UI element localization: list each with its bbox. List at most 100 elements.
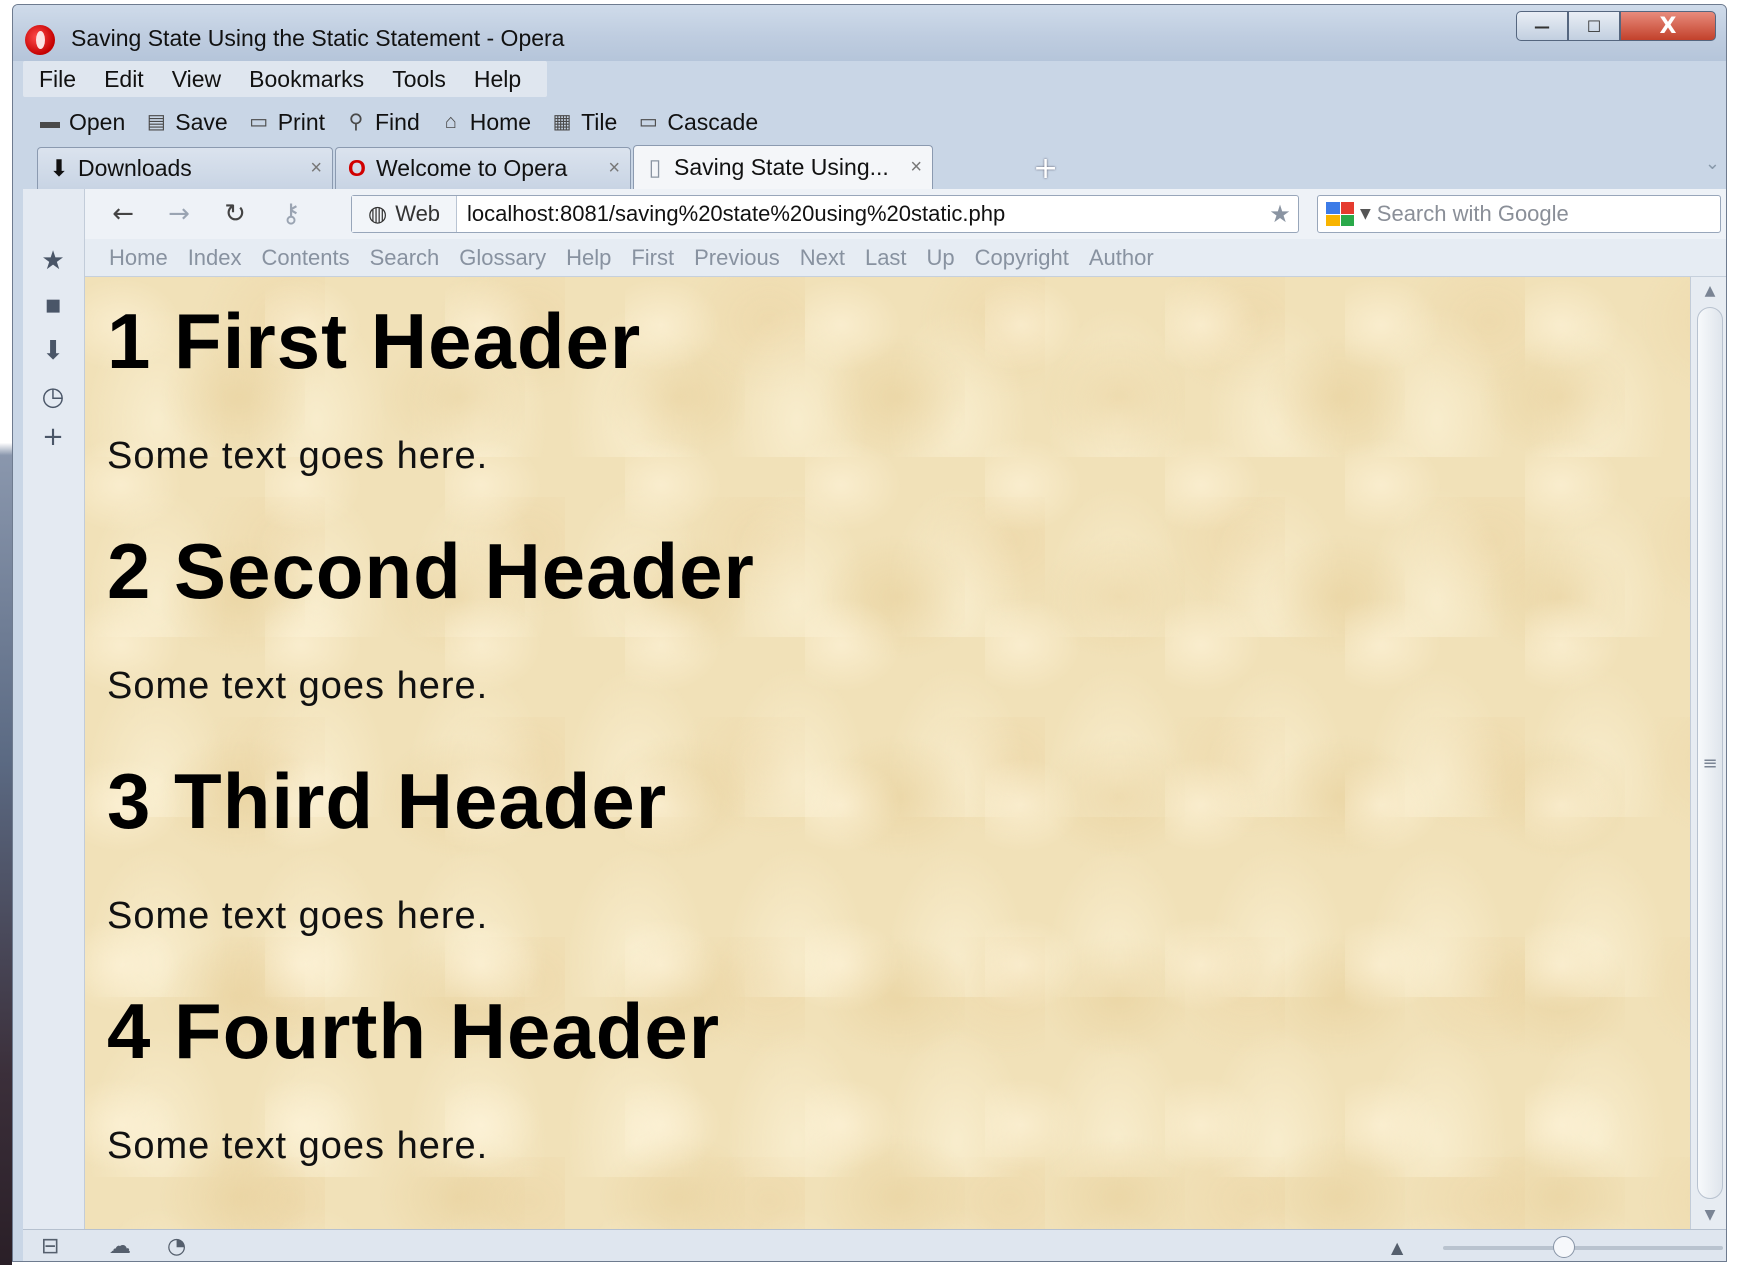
nav-link-index[interactable]: Index (188, 245, 242, 271)
panel-toggle-icon[interactable]: ⊟ (41, 1234, 59, 1259)
section-text: Some text goes here. (107, 665, 489, 707)
section-text: Some text goes here. (107, 1125, 489, 1167)
new-tab-icon[interactable]: + (1033, 151, 1058, 186)
tab-downloads-label: Downloads (78, 155, 192, 181)
zoom-slider[interactable] (1443, 1246, 1723, 1250)
google-logo-icon[interactable] (1326, 202, 1354, 226)
nav-link-author[interactable]: Author (1089, 245, 1154, 271)
downloads-icon[interactable]: ⬇ (37, 335, 69, 367)
browser-chrome: ★ ▪ ⬇ ◷ + ← → ↻ ⚷ ◍ Web localhost:8081/s… (23, 189, 1726, 1261)
nav-link-search[interactable]: Search (370, 245, 440, 271)
section-text: Some text goes here. (107, 895, 489, 937)
tab-close-icon[interactable]: × (310, 157, 322, 180)
bookmarks-star-icon[interactable]: ★ (37, 245, 69, 277)
reload-icon[interactable]: ↻ (207, 199, 263, 229)
print-button[interactable]: ▭ Print (246, 109, 325, 136)
menu-bookmarks[interactable]: Bookmarks (235, 61, 378, 97)
folder-icon: ▬ (40, 111, 60, 133)
save-label: Save (175, 108, 228, 135)
vertical-scrollbar[interactable]: ▲ ≡ ▼ (1690, 277, 1726, 1229)
download-icon: ⬇ (49, 155, 69, 181)
menu-edit[interactable]: Edit (90, 61, 158, 97)
nav-link-up[interactable]: Up (927, 245, 955, 271)
page-content: 1 First Header Some text goes here. 2 Se… (85, 277, 1690, 1229)
nav-link-contents[interactable]: Contents (262, 245, 350, 271)
nav-link-glossary[interactable]: Glossary (459, 245, 546, 271)
tab-strip: ⬇ Downloads × O Welcome to Opera × ▯ Sav… (23, 143, 1726, 189)
key-icon[interactable]: ⚷ (263, 199, 319, 229)
section-heading: 2 Second Header (107, 527, 755, 615)
nav-link-help[interactable]: Help (566, 245, 611, 271)
window-controls: — ☐ X (1516, 11, 1716, 41)
globe-icon: ◍ (368, 201, 388, 226)
tab-close-icon[interactable]: × (910, 156, 922, 179)
save-button[interactable]: ▤ Save (143, 108, 228, 136)
address-bar[interactable]: ◍ Web localhost:8081/saving%20state%20us… (351, 195, 1299, 233)
tile-label: Tile (581, 108, 618, 135)
menu-help[interactable]: Help (460, 61, 535, 97)
section-heading: 3 Third Header (107, 757, 668, 845)
nav-link-copyright[interactable]: Copyright (975, 245, 1069, 271)
home-button[interactable]: ⌂ Home (438, 109, 531, 136)
web-badge-label: Web (395, 201, 441, 226)
search-engine-dropdown-icon[interactable]: ▼ (1360, 206, 1371, 222)
opera-logo-icon[interactable] (25, 25, 55, 55)
open-button[interactable]: ▬ Open (37, 109, 125, 136)
tab-downloads[interactable]: ⬇ Downloads × (37, 147, 333, 189)
tab-menu-chevron-icon[interactable]: ⌄ (1705, 153, 1720, 174)
menu-bar: File Edit View Bookmarks Tools Help (23, 61, 548, 97)
navigation-link-bar: Home Index Contents Search Glossary Help… (85, 239, 1726, 277)
section-text: Some text goes here. (107, 435, 489, 477)
scroll-up-icon[interactable]: ▲ (1691, 283, 1726, 299)
nav-link-next[interactable]: Next (800, 245, 845, 271)
browser-window: Saving State Using the Static Statement … (12, 4, 1727, 1262)
turbo-gauge-icon[interactable]: ◔ (167, 1234, 186, 1259)
window-title: Saving State Using the Static Statement … (71, 25, 565, 51)
zoom-slider-thumb[interactable] (1553, 1236, 1575, 1258)
cascade-label: Cascade (667, 108, 759, 135)
printer-icon: ▭ (249, 111, 269, 133)
save-icon: ▤ (146, 111, 166, 133)
find-button[interactable]: ⚲ Find (343, 109, 420, 136)
tab-close-icon[interactable]: × (608, 157, 620, 180)
search-input[interactable] (1376, 201, 1677, 227)
cascade-button[interactable]: ▭ Cascade (635, 109, 758, 136)
tab-welcome[interactable]: O Welcome to Opera × (335, 147, 631, 189)
nav-link-last[interactable]: Last (865, 245, 907, 271)
web-badge[interactable]: ◍ Web (352, 196, 458, 232)
menu-view[interactable]: View (158, 61, 235, 97)
add-panel-plus-icon[interactable]: + (37, 421, 69, 453)
print-label: Print (277, 108, 325, 135)
find-label: Find (375, 108, 420, 135)
notes-icon[interactable]: ▪ (37, 289, 69, 321)
nav-link-first[interactable]: First (631, 245, 674, 271)
scrollbar-grip-icon: ≡ (1702, 753, 1718, 774)
main-toolbar: ▬ Open ▤ Save ▭ Print ⚲ Find ⌂ Home ▦ Ti… (37, 103, 758, 141)
back-arrow-icon[interactable]: ← (95, 199, 151, 229)
bookmark-star-icon[interactable]: ★ (1262, 200, 1298, 228)
history-clock-icon[interactable]: ◷ (37, 381, 69, 413)
forward-arrow-icon[interactable]: → (151, 199, 207, 229)
search-box[interactable]: ▼ (1317, 195, 1721, 233)
maximize-button[interactable]: ☐ (1568, 11, 1620, 41)
nav-link-home[interactable]: Home (109, 245, 168, 271)
status-bar: ⊟ ☁ ◔ ▲ (23, 1229, 1726, 1261)
minimize-button[interactable]: — (1516, 11, 1568, 41)
opera-unite-cloud-icon[interactable]: ☁ (109, 1234, 131, 1259)
nav-link-previous[interactable]: Previous (694, 245, 780, 271)
close-button[interactable]: X (1620, 11, 1716, 41)
title-bar[interactable]: Saving State Using the Static Statement … (13, 5, 1726, 61)
menu-file[interactable]: File (35, 61, 90, 97)
tile-button[interactable]: ▦ Tile (549, 108, 618, 136)
zoom-menu-up-icon[interactable]: ▲ (1391, 1238, 1403, 1257)
home-icon: ⌂ (444, 111, 457, 133)
section-heading: 4 Fourth Header (107, 987, 721, 1075)
opera-icon: O (348, 155, 366, 181)
page-icon: ▯ (648, 154, 662, 180)
menu-tools[interactable]: Tools (378, 61, 460, 97)
scroll-down-icon[interactable]: ▼ (1691, 1207, 1726, 1223)
tab-saving-state[interactable]: ▯ Saving State Using... × (633, 145, 933, 189)
cascade-icon: ▭ (638, 111, 658, 133)
search-icon: ⚲ (348, 111, 364, 133)
address-url[interactable]: localhost:8081/saving%20state%20using%20… (457, 201, 1262, 227)
